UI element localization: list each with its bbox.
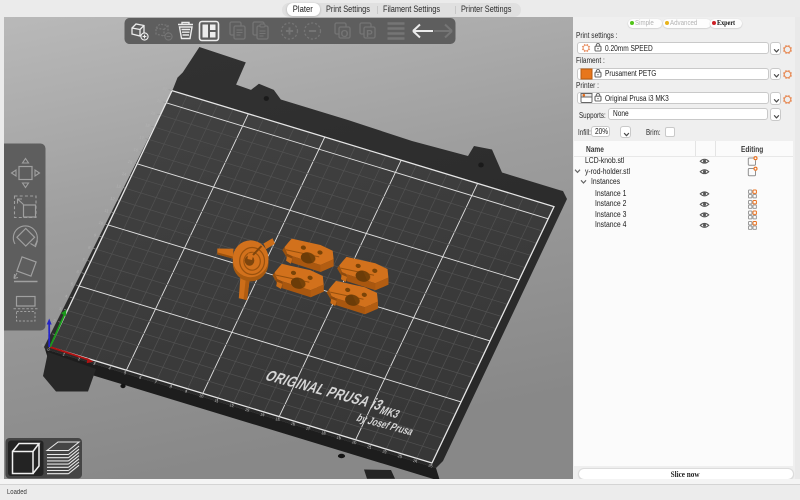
- svg-text:O: O: [341, 29, 349, 40]
- svg-text:P: P: [366, 29, 373, 40]
